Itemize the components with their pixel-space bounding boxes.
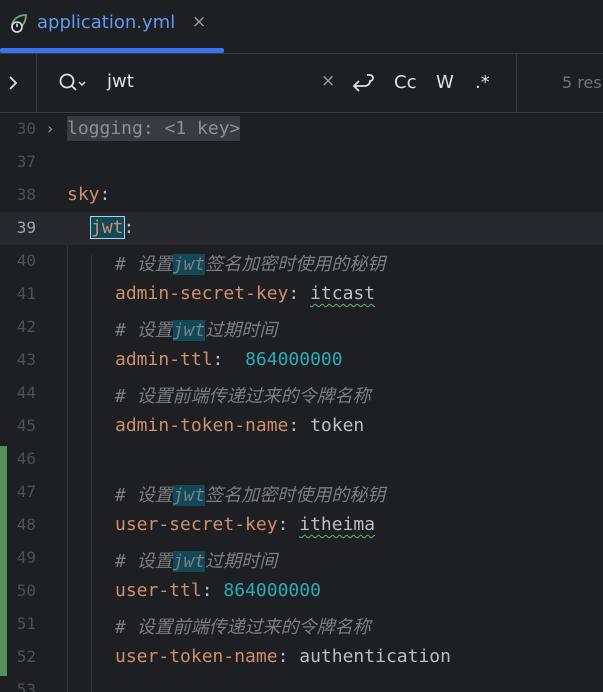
line-number: 48 bbox=[16, 515, 36, 534]
comment: # 设置jwt过期时间 bbox=[115, 320, 278, 341]
search-icon[interactable] bbox=[58, 71, 88, 93]
line-number: 47 bbox=[16, 482, 36, 501]
search-match: jwt bbox=[172, 485, 206, 506]
code-line: 47 # 设置jwt签名加密时使用的秘钥 bbox=[0, 476, 603, 509]
divider bbox=[516, 54, 517, 112]
yaml-value: token bbox=[310, 415, 365, 436]
yaml-key: user-secret-key bbox=[115, 514, 278, 535]
newline-icon[interactable] bbox=[351, 70, 375, 94]
line-number: 41 bbox=[16, 284, 36, 303]
spring-leaf-icon bbox=[9, 12, 29, 34]
yaml-value: authentication bbox=[299, 646, 451, 667]
line-number: 43 bbox=[16, 350, 36, 369]
code-line: 45 admin-token-name: token bbox=[0, 410, 603, 443]
search-input[interactable]: jwt bbox=[107, 71, 134, 92]
line-number: 42 bbox=[16, 317, 36, 336]
line-number: 37 bbox=[16, 152, 36, 171]
code-line: 51 # 设置前端传递过来的令牌名称 bbox=[0, 608, 603, 641]
code-line: 38 sky: bbox=[0, 179, 603, 212]
current-line: 39 jwt: bbox=[0, 212, 603, 245]
find-bar: jwt × Cc W .* 5 res bbox=[0, 54, 603, 112]
yaml-key: admin-token-name bbox=[115, 415, 289, 436]
search-results-count: 5 res bbox=[562, 73, 602, 92]
code-line: 53 bbox=[0, 674, 603, 692]
code-line: 42 # 设置jwt过期时间 bbox=[0, 311, 603, 344]
editor-tab-bar: application.yml × bbox=[0, 0, 603, 53]
yaml-key: sky bbox=[67, 184, 100, 205]
search-match: jwt bbox=[172, 320, 206, 341]
close-icon[interactable]: × bbox=[192, 12, 206, 32]
comment: # 设置前端传递过来的令牌名称 bbox=[115, 617, 371, 638]
line-number: 49 bbox=[16, 548, 36, 567]
tab-title[interactable]: application.yml bbox=[37, 12, 175, 33]
code-editor[interactable]: 30 › logging: <1 key> 37 38 sky: 39 jwt:… bbox=[0, 113, 603, 692]
code-line: 52 user-token-name: authentication bbox=[0, 641, 603, 674]
match-case-button[interactable]: Cc bbox=[394, 72, 416, 93]
regex-button[interactable]: .* bbox=[475, 72, 490, 93]
line-number: 39 bbox=[16, 218, 36, 237]
line-number: 30 bbox=[16, 119, 36, 138]
code-line: 50 user-ttl: 864000000 bbox=[0, 575, 603, 608]
whole-words-button[interactable]: W bbox=[436, 72, 454, 93]
comment: # 设置jwt签名加密时使用的秘钥 bbox=[115, 485, 386, 506]
code-line: 30 › logging: <1 key> bbox=[0, 113, 603, 146]
comment: # 设置jwt过期时间 bbox=[115, 551, 278, 572]
code-line: 44 # 设置前端传递过来的令牌名称 bbox=[0, 377, 603, 410]
search-match: jwt bbox=[172, 254, 206, 275]
yaml-key: user-token-name bbox=[115, 646, 278, 667]
line-number: 45 bbox=[16, 416, 36, 435]
line-number: 53 bbox=[16, 680, 36, 692]
line-number: 40 bbox=[16, 251, 36, 270]
line-number: 50 bbox=[16, 581, 36, 600]
code-line: 37 bbox=[0, 146, 603, 179]
code-line: 49 # 设置jwt过期时间 bbox=[0, 542, 603, 575]
comment: # 设置前端传递过来的令牌名称 bbox=[115, 386, 371, 407]
yaml-value: itcast bbox=[310, 283, 376, 304]
code-line: 41 admin-secret-key: itcast bbox=[0, 278, 603, 311]
yaml-value: 864000000 bbox=[223, 580, 321, 601]
yaml-value: itheima bbox=[299, 514, 376, 535]
fold-chevron-icon[interactable]: › bbox=[47, 119, 53, 138]
line-number: 38 bbox=[16, 185, 36, 204]
clear-icon[interactable]: × bbox=[321, 71, 335, 91]
yaml-key: user-ttl bbox=[115, 580, 202, 601]
line-number: 44 bbox=[16, 383, 36, 402]
code-line: 43 admin-ttl: 864000000 bbox=[0, 344, 603, 377]
code-line: 40 # 设置jwt签名加密时使用的秘钥 bbox=[0, 245, 603, 278]
comment: # 设置jwt签名加密时使用的秘钥 bbox=[115, 254, 386, 275]
expand-chevron-icon[interactable] bbox=[6, 74, 20, 92]
search-match: jwt bbox=[90, 216, 125, 239]
folded-region[interactable]: logging: <1 key> bbox=[67, 116, 241, 141]
yaml-key: admin-ttl bbox=[115, 349, 213, 370]
line-number: 46 bbox=[16, 449, 36, 468]
yaml-value: 864000000 bbox=[245, 349, 343, 370]
code-line: 48 user-secret-key: itheima bbox=[0, 509, 603, 542]
code-line: 46 bbox=[0, 443, 603, 476]
expand-replace-button[interactable] bbox=[0, 54, 37, 112]
search-match: jwt bbox=[172, 551, 206, 572]
line-number: 51 bbox=[16, 614, 36, 633]
line-number: 52 bbox=[16, 647, 36, 666]
yaml-key: admin-secret-key bbox=[115, 283, 289, 304]
tab-application-yml[interactable]: application.yml × bbox=[0, 0, 224, 53]
